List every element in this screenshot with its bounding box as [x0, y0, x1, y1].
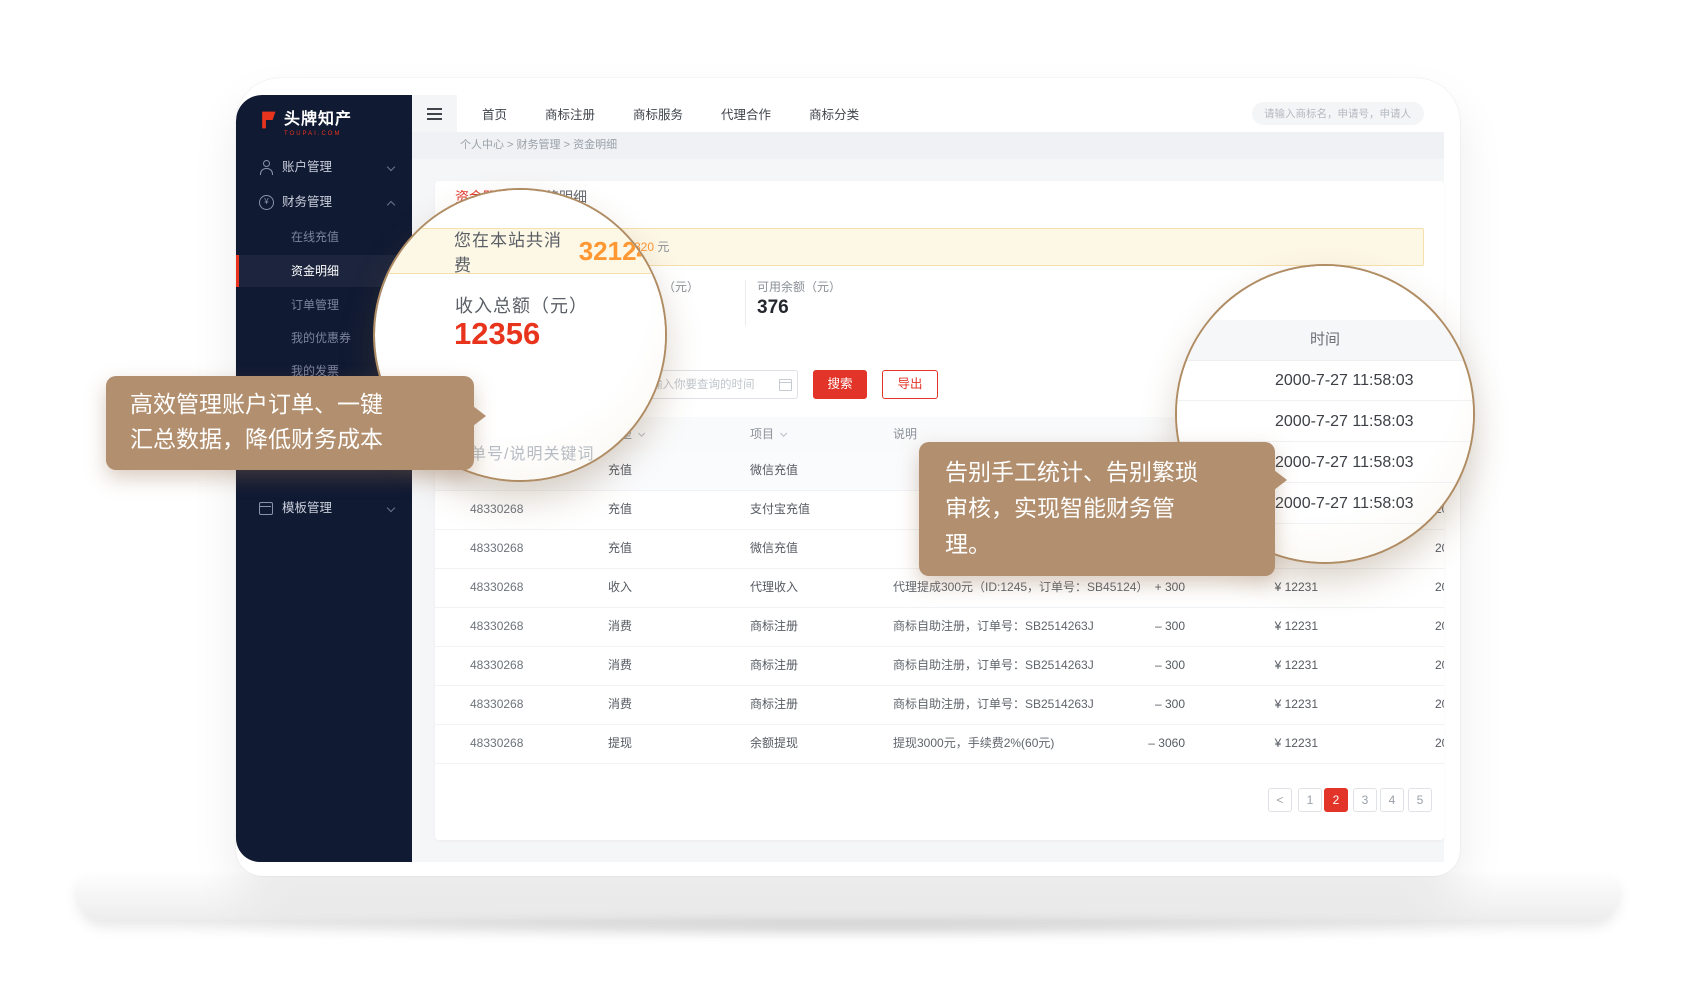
- nav-item-trademark-service[interactable]: 商标服务: [633, 104, 683, 123]
- available-balance-label: 可用余额（元）: [757, 278, 841, 295]
- banner-approx: 大: [657, 239, 665, 264]
- header-project[interactable]: 项目: [750, 417, 784, 451]
- search-button[interactable]: 搜索: [813, 370, 867, 399]
- nav-item-agent-cooperation[interactable]: 代理合作: [721, 104, 771, 123]
- chevron-down-icon: [387, 504, 395, 512]
- sidebar-item-label: 账户管理: [282, 151, 332, 183]
- magnified-time-cell: 2000-7-27 11:58:03: [1177, 360, 1473, 401]
- sidebar-item-label: 财务管理: [282, 186, 332, 218]
- chevron-down-icon: [780, 430, 787, 437]
- pagination-page-1[interactable]: 1: [1298, 788, 1322, 812]
- income-total-value: 12356: [454, 316, 540, 352]
- nav-item-trademark-register[interactable]: 商标注册: [545, 104, 595, 123]
- calendar-icon[interactable]: [779, 379, 792, 391]
- pagination-page-2-active[interactable]: 2: [1324, 788, 1348, 812]
- nav-item-home[interactable]: 首页: [482, 104, 507, 123]
- date-query-input[interactable]: [640, 370, 798, 399]
- magnified-consumption-banner: 您在本站共消费 32124 大: [375, 228, 665, 274]
- sidebar: 头牌知产 TOUPAI.COM 账户管理 ¥ 财务管理 在线充值 资金明细: [236, 95, 412, 862]
- sidebar-item-account[interactable]: 账户管理: [236, 151, 412, 183]
- sidebar-item-finance[interactable]: ¥ 财务管理: [236, 186, 412, 218]
- nav-item-trademark-category[interactable]: 商标分类: [809, 104, 859, 123]
- chevron-up-icon: [387, 201, 395, 209]
- table-row: 48330268消费 商标注册商标自助注册，订单号：SB2514263J – 3…: [435, 607, 1444, 647]
- template-icon: [259, 502, 273, 515]
- brand-tagline: TOUPAI.COM: [284, 131, 352, 137]
- chevron-down-icon: [638, 430, 645, 437]
- tooltip-right-callout: 告别手工统计、告别繁琐 审核，实现智能财务管 理。: [919, 442, 1275, 576]
- magnified-time-header: 时间: [1177, 320, 1473, 361]
- top-navbar: 首页 商标注册 商标服务 代理合作 商标分类: [412, 95, 1444, 132]
- brand-logo[interactable]: 头牌知产 TOUPAI.COM: [258, 110, 352, 137]
- pagination-page-3[interactable]: 3: [1353, 788, 1377, 812]
- table-row: 48330268消费 商标注册商标自助注册，订单号：SB2514263J – 3…: [435, 685, 1444, 725]
- stage: 头牌知产 TOUPAI.COM 账户管理 ¥ 财务管理 在线充值 资金明细: [0, 0, 1696, 1002]
- brand-flag-icon: [258, 110, 278, 130]
- nav-menu: 首页 商标注册 商标服务 代理合作 商标分类: [482, 95, 859, 132]
- finance-icon: ¥: [259, 195, 274, 210]
- pagination-prev-button[interactable]: <: [1268, 788, 1292, 812]
- banner-amount: 32124: [579, 236, 651, 267]
- export-button[interactable]: 导出: [882, 370, 938, 399]
- hamburger-menu-icon[interactable]: [412, 95, 457, 132]
- sidebar-item-label: 模板管理: [282, 492, 332, 524]
- magnified-order-header: 订单号/说明关键词: [453, 440, 594, 464]
- available-balance-value: 376: [757, 297, 789, 319]
- tooltip-left-callout: 高效管理账户订单、一键 汇总数据，降低财务成本: [106, 376, 474, 470]
- person-icon: [259, 159, 273, 175]
- laptop-base: [78, 878, 1618, 920]
- laptop-base-shadow: [140, 916, 1556, 938]
- chevron-down-icon: [387, 163, 395, 171]
- breadcrumb: 个人中心 > 财务管理 > 资金明细: [412, 132, 1444, 159]
- pagination-page-5[interactable]: 5: [1408, 788, 1432, 812]
- header-desc: 说明: [893, 417, 917, 451]
- pagination-page-4[interactable]: 4: [1380, 788, 1404, 812]
- banner-prefix: 您在本站共消费: [454, 226, 573, 276]
- brand-name: 头牌知产: [284, 110, 352, 130]
- magnified-time-cell: 2000-7-27 11:58:03: [1177, 401, 1473, 442]
- stat-divider: [745, 280, 746, 326]
- table-row: 48330268消费 商标注册商标自助注册，订单号：SB2514263J – 3…: [435, 646, 1444, 686]
- trademark-search-input[interactable]: [1252, 102, 1424, 125]
- table-row: 48330268提现 余额提现提现3000元，手续费2%(60元) – 3060…: [435, 724, 1444, 764]
- sidebar-item-template[interactable]: 模板管理: [236, 492, 412, 524]
- spend-total-label: （元）: [663, 278, 699, 295]
- income-total-label: 收入总额（元）: [455, 292, 588, 318]
